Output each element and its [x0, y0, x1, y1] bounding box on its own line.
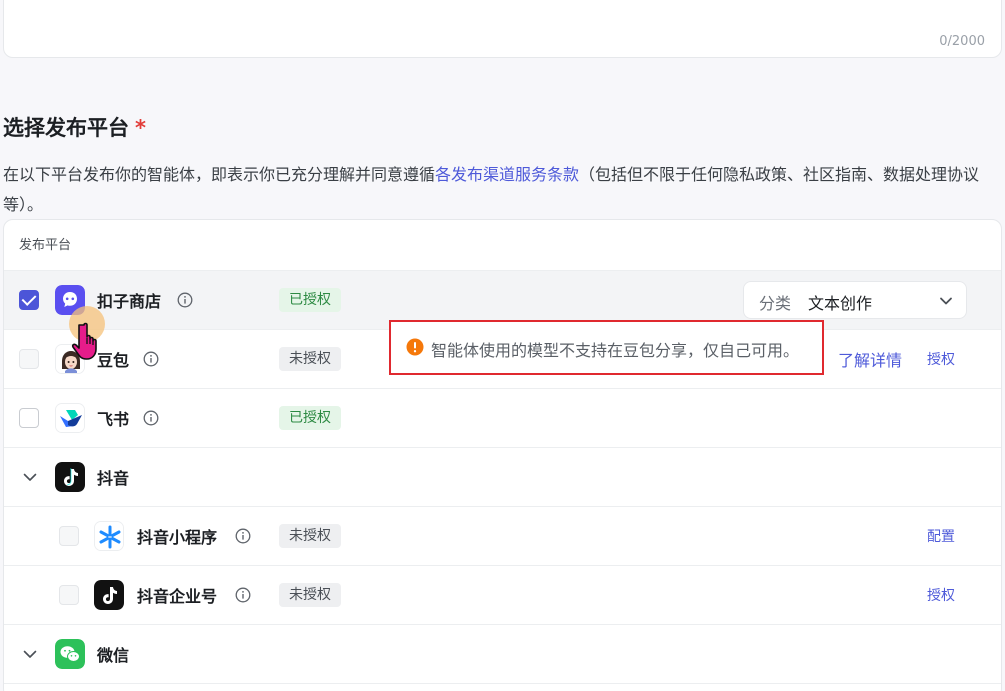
- platform-checkbox[interactable]: [19, 349, 39, 369]
- status-badge: 未授权: [279, 524, 341, 548]
- info-icon[interactable]: [177, 292, 193, 308]
- chevron-down-icon[interactable]: [21, 645, 39, 663]
- chevron-down-icon: [940, 297, 952, 305]
- wechat-icon: [55, 639, 85, 669]
- required-mark: *: [135, 116, 146, 140]
- info-icon[interactable]: [143, 351, 159, 367]
- info-icon[interactable]: [235, 587, 251, 603]
- category-select[interactable]: 分类 文本创作: [743, 281, 967, 319]
- platform-group-douyin[interactable]: 抖音: [4, 448, 1001, 507]
- learn-more-link[interactable]: 了解详情: [838, 347, 902, 371]
- platform-checkbox[interactable]: [19, 408, 39, 428]
- section-description: 在以下平台发布你的智能体，即表示你已充分理解并同意遵循各发布渠道服务条款（包括但…: [3, 165, 980, 214]
- status-badge: 已授权: [279, 406, 341, 430]
- platform-row-douyin-mini-program[interactable]: 抖音小程序 未授权 配置: [4, 507, 1001, 566]
- platform-row-feishu[interactable]: 飞书 已授权: [4, 389, 1001, 448]
- authorize-link[interactable]: 授权: [927, 349, 955, 369]
- platform-name: 飞书: [97, 410, 130, 429]
- platform-name: 豆包: [97, 351, 130, 370]
- section-title: 选择发布平台 *: [3, 116, 146, 140]
- model-warning-highlight: 智能体使用的模型不支持在豆包分享，仅自己可用。: [389, 320, 824, 375]
- chevron-down-icon[interactable]: [21, 468, 39, 486]
- status-badge: 已授权: [279, 288, 341, 312]
- info-icon[interactable]: [143, 410, 159, 426]
- coze-store-icon: [55, 285, 85, 315]
- douyin-mini-program-icon: [94, 521, 124, 551]
- description-textarea[interactable]: 0/2000: [3, 0, 1002, 58]
- platform-group-wechat[interactable]: 微信: [4, 625, 1001, 684]
- douyin-icon: [55, 462, 85, 492]
- warning-message: 智能体使用的模型不支持在豆包分享，仅自己可用。: [431, 341, 800, 360]
- table-header: 发布平台: [4, 220, 1001, 271]
- platform-checkbox[interactable]: [59, 526, 79, 546]
- warning-icon: [406, 338, 424, 356]
- platform-row-douyin-enterprise[interactable]: 抖音企业号 未授权 授权: [4, 566, 1001, 625]
- platform-checkbox[interactable]: [19, 290, 39, 310]
- char-count: 0/2000: [939, 34, 985, 49]
- platform-checkbox[interactable]: [59, 585, 79, 605]
- platform-row-doubao[interactable]: 豆包 未授权 智能体使用的模型不支持在豆包分享，仅自己可用。 了解详情 授权: [4, 320, 1001, 389]
- terms-link[interactable]: 各发布渠道服务条款: [435, 165, 579, 184]
- douyin-icon: [94, 580, 124, 610]
- info-icon[interactable]: [235, 528, 251, 544]
- platform-table: 发布平台 扣子商店 已授权 分类 文本创作 豆包 未授权 智能体使用的模型不支持…: [3, 219, 1002, 691]
- platform-name: 抖音企业号: [137, 587, 218, 606]
- category-value: 文本创作: [808, 294, 873, 313]
- feishu-icon: [55, 403, 85, 433]
- platform-name: 微信: [97, 646, 130, 665]
- doubao-avatar-icon: [55, 344, 85, 374]
- platform-name: 抖音: [97, 469, 130, 488]
- configure-link[interactable]: 配置: [927, 526, 955, 546]
- status-badge: 未授权: [279, 347, 341, 371]
- platform-name: 抖音小程序: [137, 528, 218, 547]
- status-badge: 未授权: [279, 583, 341, 607]
- platform-name: 扣子商店: [97, 292, 162, 311]
- authorize-link[interactable]: 授权: [927, 585, 955, 605]
- category-label: 分类: [759, 294, 792, 313]
